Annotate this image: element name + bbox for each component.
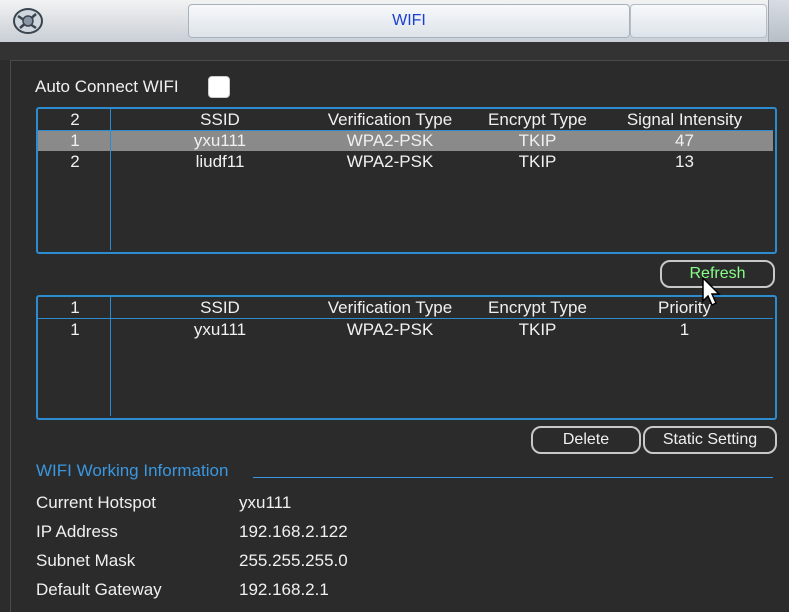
info-value-subnet-mask: 255.255.255.0 [239, 551, 348, 570]
table-header[interactable]: Encrypt Type [475, 298, 600, 318]
table-cell: TKIP [518, 320, 557, 339]
static-setting-button[interactable]: Static Setting [643, 426, 777, 454]
info-value-ip-address: 192.168.2.122 [239, 522, 348, 541]
table-header[interactable]: Priority [612, 298, 757, 318]
table-cell: WPA2-PSK [346, 320, 434, 339]
app-logo-icon [13, 8, 43, 34]
table-column-divider [110, 297, 111, 416]
table-header[interactable]: SSID [150, 298, 290, 318]
table-header-divider [38, 318, 773, 319]
section-divider [253, 477, 773, 478]
table-cell: TKIP [518, 152, 557, 171]
table-cell: WPA2-PSK [346, 131, 434, 150]
table-column-divider [110, 109, 111, 250]
auto-connect-label: Auto Connect WIFI [35, 77, 179, 96]
info-label-ip-address: IP Address [36, 522, 118, 541]
table-header[interactable]: Encrypt Type [475, 110, 600, 130]
table-cell: 1 [679, 320, 690, 339]
info-label-current-hotspot: Current Hotspot [36, 493, 156, 512]
table-header[interactable]: SSID [150, 110, 290, 130]
auto-connect-checkbox[interactable] [208, 76, 230, 98]
title-bar-segment [630, 4, 767, 38]
table-header[interactable]: Signal Intensity [612, 110, 757, 130]
info-label-default-gateway: Default Gateway [36, 580, 162, 599]
table-cell: yxu111 [193, 131, 247, 150]
frame-band [0, 42, 789, 60]
table-cell: 2 [70, 152, 80, 171]
table-cell: liudf11 [195, 152, 245, 171]
table-cell: 1 [70, 320, 80, 339]
table-cell: TKIP [518, 131, 557, 150]
wifi-window: WIFI Auto Connect WIFI 2 SSID Verificati… [0, 0, 789, 612]
delete-button[interactable]: Delete [531, 426, 641, 454]
info-value-default-gateway: 192.168.2.1 [239, 580, 329, 599]
window-title: WIFI [188, 4, 630, 38]
table-cell: 13 [675, 152, 694, 171]
table-header[interactable]: 2 [40, 110, 110, 130]
table-cell: yxu111 [193, 320, 247, 339]
table-cell: WPA2-PSK [346, 152, 434, 171]
title-bar-edge [768, 0, 789, 42]
mouse-cursor-icon [702, 277, 721, 307]
working-info-title: WIFI Working Information [36, 461, 229, 480]
info-value-current-hotspot: yxu111 [239, 493, 292, 512]
table-header[interactable]: Verification Type [310, 110, 470, 130]
title-bar: WIFI [0, 0, 789, 43]
info-label-subnet-mask: Subnet Mask [36, 551, 136, 570]
table-cell: 1 [70, 131, 80, 150]
table-header[interactable]: 1 [40, 298, 110, 318]
table-header[interactable]: Verification Type [310, 298, 470, 318]
table-cell: 47 [675, 131, 694, 150]
